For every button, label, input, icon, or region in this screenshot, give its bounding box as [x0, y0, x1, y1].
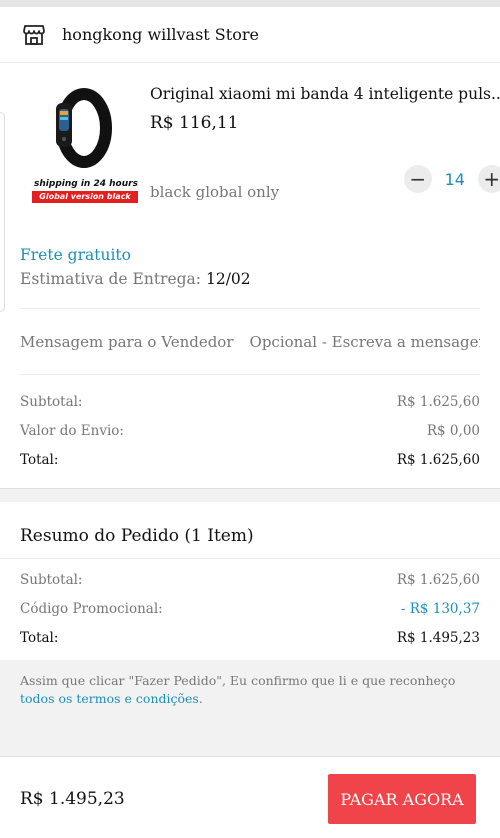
section-divider [0, 488, 500, 502]
increment-button[interactable]: + [477, 165, 500, 193]
store-header[interactable]: hongkong willvast Store [0, 7, 500, 63]
shipping-cost-row: Valor do Envio: R$ 0,00 [20, 416, 480, 445]
delivery-estimate-date: 12/02 [205, 270, 251, 288]
store-subtotal-row: Subtotal: R$ 1.625,60 [20, 387, 480, 416]
free-shipping-link[interactable]: Frete gratuito [20, 218, 480, 264]
quantity-value[interactable]: 14 [432, 170, 478, 189]
product-info: Original xiaomi mi banda 4 inteligente p… [142, 83, 500, 218]
promo-code-value: - R$ 130,37 [400, 600, 480, 617]
summary-total-row: Total: R$ 1.495,23 [20, 623, 480, 652]
promo-code-label: Código Promocional: [20, 600, 163, 617]
product-price: R$ 116,11 [150, 113, 239, 133]
product-variant[interactable]: black global only [150, 183, 279, 201]
summary-subtotal-value: R$ 1.625,60 [396, 571, 480, 588]
seller-message-row: Mensagem para o Vendedor [20, 309, 480, 375]
summary-subtotal-row: Subtotal: R$ 1.625,60 [20, 565, 480, 594]
store-total-row: Total: R$ 1.625,60 [20, 445, 480, 474]
order-summary-rows: Subtotal: R$ 1.625,60 Código Promocional… [0, 559, 500, 660]
order-item-card: shipping in 24 hours Global version blac… [0, 63, 500, 488]
store-totals: Subtotal: R$ 1.625,60 Valor do Envio: R$… [20, 375, 480, 488]
terms-text: Assim que clicar "Fazer Pedido", Eu conf… [20, 673, 456, 688]
summary-total-label: Total: [20, 629, 59, 646]
summary-total-value: R$ 1.495,23 [396, 629, 480, 646]
summary-subtotal-label: Subtotal: [20, 571, 83, 588]
store-total-value: R$ 1.625,60 [396, 451, 480, 468]
checkout-footer: R$ 1.495,23 PAGAR AGORA [0, 756, 500, 838]
left-scroll-edge [0, 112, 5, 312]
terms-link[interactable]: todos os termos e condições [20, 691, 199, 706]
delivery-estimate-label: Estimativa de Entrega: [20, 270, 202, 288]
store-name[interactable]: hongkong willvast Store [62, 25, 259, 44]
top-divider [0, 0, 500, 7]
global-version-badge: Global version black [32, 191, 138, 203]
delivery-estimate: Estimativa de Entrega: 12/02 [20, 270, 480, 309]
seller-message-label: Mensagem para o Vendedor [20, 332, 234, 351]
pay-now-button[interactable]: PAGAR AGORA [328, 774, 476, 824]
footer-total: R$ 1.495,23 [20, 789, 125, 809]
store-subtotal-label: Subtotal: [20, 393, 83, 410]
product-row: shipping in 24 hours Global version blac… [20, 63, 500, 218]
terms-notice: Assim que clicar "Fazer Pedido", Eu conf… [0, 660, 500, 720]
smart-band-image [56, 88, 112, 168]
product-title[interactable]: Original xiaomi mi banda 4 inteligente p… [150, 85, 500, 103]
shipping-badge-text: shipping in 24 hours [34, 179, 138, 189]
store-icon [23, 24, 45, 45]
store-subtotal-value: R$ 1.625,60 [396, 393, 480, 410]
promo-code-row[interactable]: Código Promocional: - R$ 130,37 [20, 594, 480, 623]
quantity-stepper: − 14 + [403, 165, 500, 193]
order-summary-title: Resumo do Pedido (1 Item) [0, 502, 500, 559]
shipping-cost-value: R$ 0,00 [426, 422, 480, 439]
decrement-button[interactable]: − [403, 165, 432, 193]
seller-message-input[interactable] [249, 332, 480, 351]
terms-suffix: . [198, 691, 203, 706]
store-total-label: Total: [20, 451, 59, 468]
order-summary: Resumo do Pedido (1 Item) Subtotal: R$ 1… [0, 502, 500, 660]
product-image[interactable]: shipping in 24 hours Global version blac… [30, 83, 142, 203]
shipping-cost-label: Valor do Envio: [20, 422, 124, 439]
